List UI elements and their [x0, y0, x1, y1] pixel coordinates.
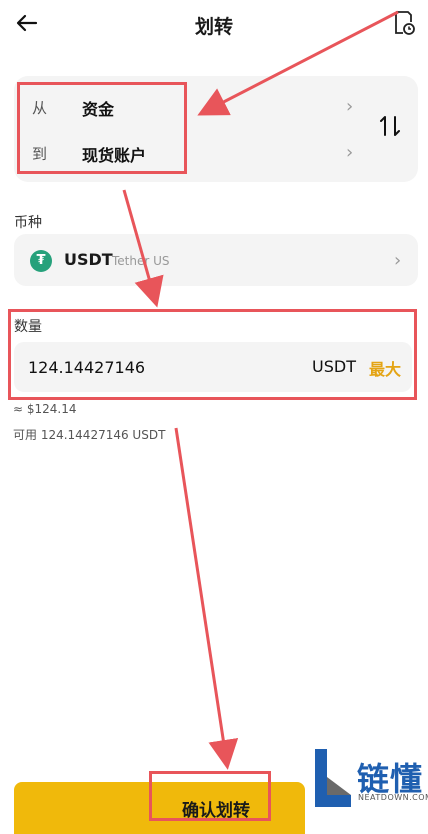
arrow-to-confirm	[174, 427, 239, 770]
annotation-box-accounts	[17, 82, 187, 174]
available-balance: 可用 124.14427146 USDT	[13, 428, 166, 442]
coin-chevron-right-icon[interactable]: ›	[394, 250, 401, 271]
coin-symbol: USDT	[64, 250, 113, 269]
usdt-logo-icon: ₮	[30, 250, 52, 272]
usd-estimate: ≈ $124.14	[13, 402, 77, 416]
watermark-site: NEATDOWN.COM	[358, 793, 428, 802]
coin-name: Tether US	[112, 254, 170, 268]
watermark-logo-icon	[315, 749, 351, 807]
history-icon[interactable]	[392, 10, 416, 36]
swap-icon[interactable]	[377, 113, 403, 139]
from-chevron-right-icon[interactable]: ›	[346, 96, 353, 117]
coin-section-label: 币种	[14, 215, 42, 231]
annotation-box-confirm	[149, 771, 271, 821]
annotation-box-amount	[8, 309, 417, 400]
page-title: 划转	[194, 16, 233, 38]
to-chevron-right-icon[interactable]: ›	[346, 142, 353, 163]
